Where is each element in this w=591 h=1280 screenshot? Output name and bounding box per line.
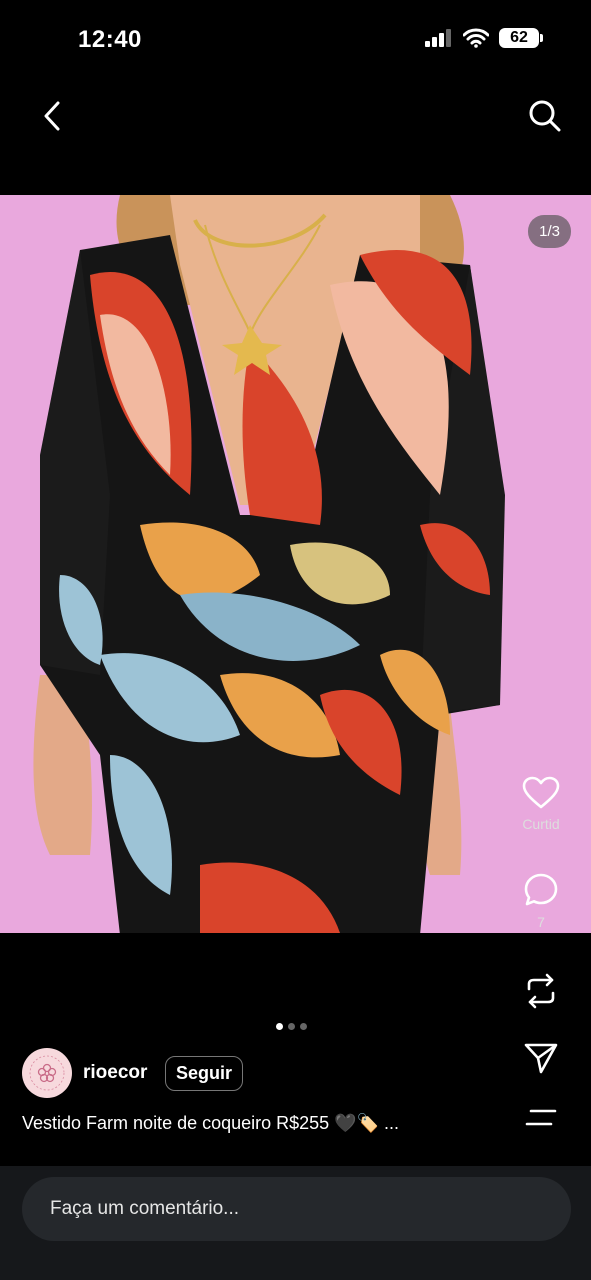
wifi-icon — [463, 28, 489, 48]
status-icons: 62 — [425, 28, 543, 48]
status-time: 12:40 — [78, 26, 142, 53]
comment-count: 7 — [537, 914, 545, 930]
share-action[interactable] — [511, 1040, 571, 1076]
like-action[interactable]: Curtid — [511, 776, 571, 832]
post-caption[interactable]: Vestido Farm noite de coqueiro R$255 🖤🏷️… — [22, 1113, 399, 1134]
search-button[interactable] — [527, 96, 563, 136]
username[interactable]: rioecor — [83, 1062, 147, 1084]
avatar[interactable] — [22, 1048, 72, 1098]
post-photo[interactable] — [0, 195, 591, 933]
dress-photo-illustration — [0, 195, 591, 933]
carousel-dot — [300, 1023, 307, 1030]
repost-icon — [527, 973, 555, 1009]
flower-logo-icon — [29, 1055, 65, 1091]
like-label: Curtid — [522, 816, 560, 832]
comment-input[interactable]: Faça um comentário... — [22, 1177, 571, 1241]
back-button[interactable] — [36, 96, 68, 136]
page-counter: 1/3 — [528, 215, 571, 248]
send-icon — [524, 1043, 558, 1074]
carousel-dot — [288, 1023, 295, 1030]
more-action[interactable] — [511, 1108, 571, 1128]
cellular-signal-icon — [425, 29, 451, 47]
comment-placeholder: Faça um comentário... — [50, 1198, 240, 1219]
battery-indicator: 62 — [499, 28, 543, 48]
repost-action[interactable] — [511, 972, 571, 1010]
search-icon — [529, 100, 561, 132]
follow-button[interactable]: Seguir — [165, 1056, 244, 1091]
battery-level: 62 — [510, 29, 528, 46]
carousel-dot-active — [276, 1023, 283, 1030]
comment-action[interactable]: 7 — [511, 872, 571, 930]
carousel-dots — [276, 1023, 307, 1030]
menu-lines-icon — [525, 1109, 557, 1126]
chevron-left-icon — [44, 101, 60, 131]
heart-icon — [522, 776, 560, 809]
comment-bubble-icon — [524, 873, 558, 906]
